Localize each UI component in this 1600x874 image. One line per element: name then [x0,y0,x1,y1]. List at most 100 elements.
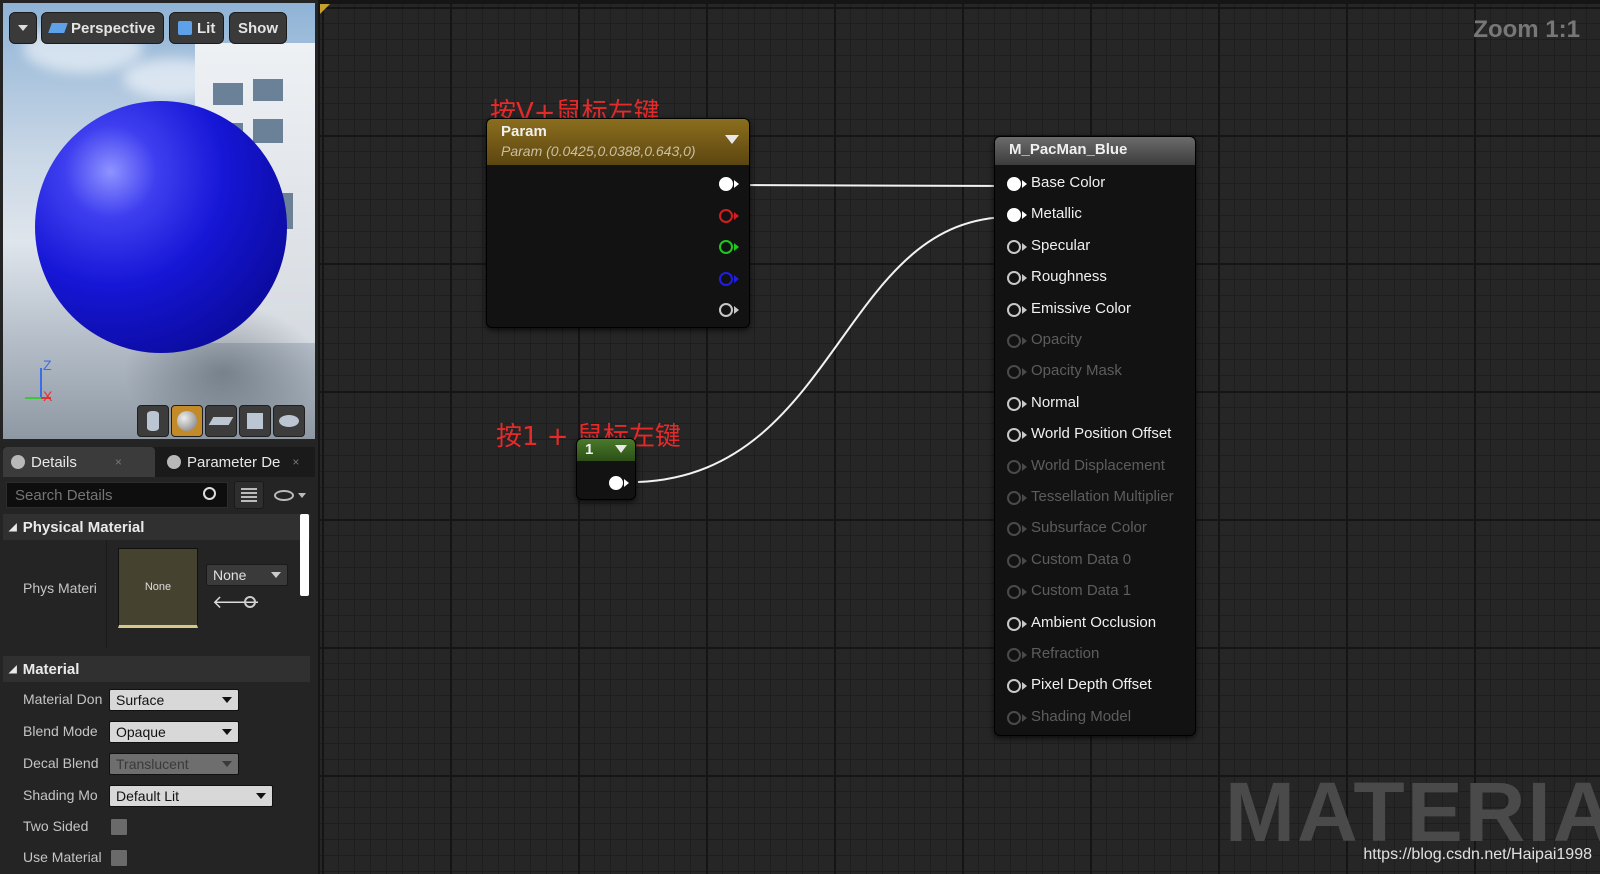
browse-search-icon[interactable] [244,596,256,608]
material-input-row: Shading Model [995,707,1195,729]
material-result-node[interactable]: M_PacMan_Blue Base Color Metallic Specular… [994,136,1196,736]
pin-arrow-icon [1022,337,1027,345]
vector-parameter-node[interactable]: Param Param (0.0425,0.0388,0.643,0) [486,118,750,328]
param-output-a-pin[interactable] [719,303,733,317]
cylinder-icon [147,411,159,431]
param-node-header[interactable]: Param Param (0.0425,0.0388,0.643,0) [487,119,749,165]
wire-param-to-base-color [731,184,1013,187]
tab-details-close-button[interactable]: × [115,455,122,469]
material-input-label: Opacity Mask [1031,362,1122,380]
material-input-label: Emissive Color [1031,299,1132,317]
blend-mode-combo[interactable]: Opaque [109,721,239,743]
material-input-pin [1007,365,1021,380]
preview-custom-mesh-button[interactable] [273,405,305,437]
preview-sphere-button[interactable] [171,405,203,437]
lit-button[interactable]: Lit [169,12,225,44]
material-domain-label: Material Don [23,691,103,707]
material-input-pin [1007,585,1021,600]
use-material-checkbox[interactable] [110,849,128,867]
material-input-label: Pixel Depth Offset [1031,676,1152,694]
shading-model-combo[interactable]: Default Lit [109,785,273,807]
details-tab-bar: Details × Parameter De × [3,447,315,477]
material-input-pin[interactable] [1007,208,1021,223]
material-input-pin [1007,334,1021,348]
shading-model-label: Shading Mo [23,787,98,803]
search-icon [203,487,216,500]
category-material[interactable]: ◢ Material [3,656,310,682]
param-node-title: Param [501,123,547,140]
material-input-row[interactable]: Emissive Color [995,299,1195,321]
tab-details[interactable]: Details × [3,447,155,477]
preview-cube-button[interactable] [239,405,271,437]
chevron-down-icon [18,25,28,31]
preview-plane-button[interactable] [205,405,237,437]
material-input-label: Specular [1031,236,1091,254]
tab-details-label: Details [31,453,77,471]
material-input-pin[interactable] [1007,616,1021,631]
material-input-row[interactable]: Normal [995,393,1195,415]
material-input-label: Roughness [1031,268,1107,286]
viewport-menu-button[interactable] [9,12,37,44]
material-input-pin[interactable] [1007,239,1021,254]
material-input-pin [1007,553,1021,568]
constant-node[interactable]: 1 [576,438,636,500]
material-node-header[interactable]: M_PacMan_Blue [995,137,1195,165]
category-physical-material[interactable]: ◢ Physical Material [3,514,310,540]
param-output-rgb-pin[interactable] [719,177,733,191]
sphere-icon [177,411,197,431]
material-input-row[interactable]: World Position Offset [995,424,1195,446]
search-details-input[interactable] [6,482,228,508]
pin-arrow-icon [1022,556,1027,565]
view-options-button[interactable] [268,481,312,509]
tab-parameter-close-button[interactable]: × [292,455,299,469]
collapse-arrow-icon[interactable] [725,135,739,144]
param-output-g-pin[interactable] [719,240,733,254]
material-input-row: Tessellation Multiplier [995,487,1195,509]
cube-icon [247,413,263,429]
material-input-row[interactable]: Ambient Occlusion [995,613,1195,635]
material-input-row[interactable]: Pixel Depth Offset [995,675,1195,697]
perspective-button[interactable]: Perspective [41,12,165,44]
material-preview-viewport[interactable]: Perspective Lit Show Z X [3,3,315,439]
material-graph-canvas[interactable]: Zoom 1:1 MATERIAL https://blog.csdn.net/… [320,4,1600,874]
pin-arrow-icon [734,275,739,283]
material-input-row[interactable]: Roughness [995,267,1195,289]
two-sided-checkbox[interactable] [110,818,128,836]
material-input-pin[interactable] [1007,428,1021,443]
scrollbar[interactable] [300,514,309,596]
list-view-icon [241,488,257,502]
show-button[interactable]: Show [229,12,287,44]
material-input-row[interactable]: Metallic [995,204,1195,226]
pin-arrow-icon [624,479,629,487]
axis-x-label: X [43,388,53,404]
collapse-arrow-icon[interactable] [615,445,627,453]
material-input-label: Refraction [1031,645,1100,662]
material-input-pin[interactable] [1007,302,1021,317]
preview-cylinder-button[interactable] [137,405,169,437]
material-input-row: Refraction [995,644,1195,666]
property-matrix-button[interactable] [234,481,264,509]
param-output-b-pin[interactable] [719,272,733,286]
material-input-label: Normal [1031,393,1080,411]
chevron-down-icon [222,729,232,735]
chevron-down-icon [298,492,306,498]
material-input-row[interactable]: Base Color [995,173,1195,195]
material-input-label: Base Color [1031,174,1106,191]
material-input-pin[interactable] [1007,396,1021,411]
material-input-pin[interactable] [1007,679,1021,694]
constant-output-pin[interactable] [609,476,623,490]
material-domain-combo[interactable]: Surface [109,689,239,711]
material-input-row[interactable]: Specular [995,236,1195,258]
pin-arrow-icon [1022,242,1027,251]
material-input-pin [1007,491,1021,505]
material-input-pin [1007,710,1021,725]
phys-material-thumbnail[interactable]: None [118,548,198,628]
decal-blend-combo: Translucent [109,753,239,775]
tab-parameter-defaults[interactable]: Parameter De × [159,447,311,477]
param-output-r-pin[interactable] [719,209,733,223]
phys-material-asset-picker[interactable]: None [206,564,288,586]
material-input-pin[interactable] [1007,271,1021,286]
material-input-label: World Displacement [1031,456,1165,474]
material-input-pin[interactable] [1007,177,1021,191]
pin-arrow-icon [1022,399,1027,408]
